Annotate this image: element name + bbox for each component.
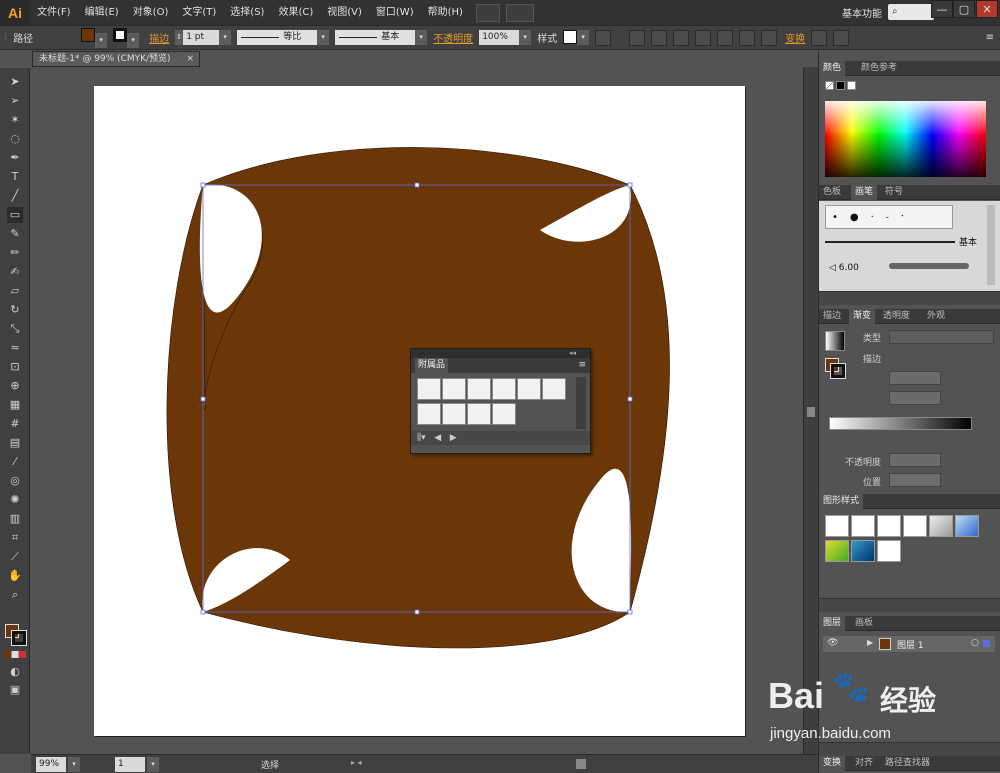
- gradient-panel-tabs: 描边 渐变 透明度 外观: [819, 309, 1000, 324]
- tab-stroke[interactable]: 描边: [819, 309, 845, 324]
- brush-panel-tabs: 色板 画笔 符号: [819, 185, 1000, 200]
- watermark-brand-cn: 经验: [880, 684, 937, 717]
- graphic-style-item[interactable]: [929, 515, 953, 537]
- gradient-position-label: 位置: [863, 478, 882, 488]
- vertical-scroll-thumb[interactable]: [807, 407, 815, 417]
- symbol-item[interactable]: [442, 378, 466, 400]
- tab-layers[interactable]: 图层: [819, 616, 846, 631]
- symbol-item[interactable]: [467, 378, 491, 400]
- symbol-panel-title: 附属品: [415, 358, 449, 373]
- selection-indicator[interactable]: [983, 640, 990, 647]
- brush-panel: •●·˗ˑ 基本 ◁ 6.00: [819, 201, 1000, 291]
- tab-symbols[interactable]: 符号: [881, 185, 907, 200]
- graphic-style-item[interactable]: [851, 515, 875, 537]
- zoom-field[interactable]: 99%: [36, 757, 66, 772]
- watermark: Bai 🐾 经验 jingyan.baidu.com: [750, 665, 1000, 755]
- gradient-opacity-field[interactable]: [889, 453, 941, 467]
- visibility-eye-icon[interactable]: 👁: [827, 638, 838, 648]
- symbol-item[interactable]: [517, 378, 541, 400]
- gradient-panel: 类型 描边 不透明度 位置: [819, 325, 1000, 491]
- basic-brush-line[interactable]: [825, 241, 955, 243]
- gradient-stroke-label: 描边: [863, 355, 882, 365]
- symbol-item[interactable]: [492, 378, 516, 400]
- brush-size-label: ◁ 6.00: [829, 263, 859, 273]
- paw-icon: 🐾: [832, 670, 870, 705]
- target-circle-icon[interactable]: ○: [971, 638, 979, 648]
- status-bar: 99% ▾ 1 ▾ 选择 ▸ ◂: [31, 754, 818, 773]
- symbol-item[interactable]: [417, 378, 441, 400]
- white-swatch[interactable]: [847, 81, 856, 90]
- graphic-style-item[interactable]: [851, 540, 875, 562]
- gradient-opacity-label: 不透明度: [845, 458, 882, 468]
- tab-color[interactable]: 颜色: [819, 61, 846, 76]
- layer-name[interactable]: 图层 1: [897, 638, 924, 651]
- gradient-preview[interactable]: [825, 331, 845, 351]
- symbol-item[interactable]: [417, 403, 441, 425]
- artboard-nav-field[interactable]: 1: [115, 757, 145, 772]
- basic-brush-label: 基本: [959, 238, 978, 248]
- color-panel-tabs: 颜色 颜色参考: [819, 61, 1000, 76]
- tab-artboards[interactable]: 画板: [851, 616, 877, 631]
- brush-scrollbar[interactable]: [987, 205, 995, 285]
- graphic-style-item[interactable]: [877, 515, 901, 537]
- symbol-scrollbar[interactable]: [576, 377, 586, 429]
- watermark-url: jingyan.baidu.com: [770, 725, 891, 742]
- tab-gradient[interactable]: 渐变: [849, 309, 876, 324]
- tab-align[interactable]: 对齐: [851, 756, 877, 771]
- color-panel: [819, 77, 1000, 183]
- tab-appearance[interactable]: 外观: [923, 309, 949, 324]
- graphic-style-item[interactable]: [903, 515, 927, 537]
- symbol-item[interactable]: [492, 403, 516, 425]
- gradient-aspect-field[interactable]: [889, 391, 941, 405]
- graphic-style-item[interactable]: [955, 515, 979, 537]
- layers-panel-tabs: 图层 画板: [819, 616, 1000, 631]
- layer-row[interactable]: 👁 ▶ 图层 1 ○: [823, 636, 995, 652]
- tab-transform[interactable]: 变换: [819, 756, 846, 771]
- current-tool-label: 选择: [261, 761, 280, 771]
- graphic-styles-panel: [819, 510, 1000, 598]
- symbol-item[interactable]: [542, 378, 566, 400]
- tab-transparency[interactable]: 透明度: [879, 309, 914, 324]
- brush-panel-footer: [819, 291, 1000, 305]
- tab-swatches[interactable]: 色板: [819, 185, 845, 200]
- graphic-style-item[interactable]: [825, 540, 849, 562]
- graphic-style-item[interactable]: [825, 515, 849, 537]
- gradient-slider[interactable]: [829, 417, 972, 430]
- calligraphic-brush-stroke[interactable]: [889, 263, 969, 269]
- symbol-item[interactable]: [442, 403, 466, 425]
- none-swatch[interactable]: [825, 81, 834, 90]
- panel-menu-icon[interactable]: ≡: [578, 358, 586, 373]
- gradient-type-label: 类型: [863, 334, 882, 344]
- black-swatch[interactable]: [836, 81, 845, 90]
- graphic-styles-panel-tabs: 图形样式: [819, 494, 1000, 509]
- bottom-panel-tabs: 变换 对齐 路径查找器: [819, 756, 1000, 771]
- gradient-type-select[interactable]: [889, 330, 994, 344]
- horizontal-scroll-thumb[interactable]: [576, 759, 586, 769]
- tab-pathfinder[interactable]: 路径查找器: [881, 756, 934, 771]
- gradient-angle-field[interactable]: [889, 371, 941, 385]
- tab-graphic-styles[interactable]: 图形样式: [819, 494, 864, 509]
- brush-tip-row[interactable]: •●·˗ˑ: [825, 205, 953, 229]
- graphic-style-item[interactable]: [877, 540, 901, 562]
- symbol-panel-footer: ⫼▾ ◀ ▶: [411, 431, 590, 445]
- graphic-styles-footer: [819, 598, 1000, 612]
- panel-collapse-icon[interactable]: ◂◂: [411, 349, 590, 358]
- gradient-position-field[interactable]: [889, 473, 941, 487]
- layer-thumbnail: [879, 638, 891, 650]
- gradient-stroke-box[interactable]: [830, 363, 846, 379]
- vertical-scrollbar[interactable]: [803, 67, 818, 754]
- symbol-item[interactable]: [467, 403, 491, 425]
- symbol-library-panel[interactable]: ◂◂ 附属品 ≡ ⫼▾ ◀ ▶: [410, 348, 591, 454]
- status-menu-icon[interactable]: ▸ ◂: [351, 758, 362, 767]
- tab-color-guide[interactable]: 颜色参考: [857, 61, 901, 76]
- watermark-brand: Bai: [768, 675, 825, 716]
- expand-layer-icon[interactable]: ▶: [867, 638, 873, 647]
- tab-brushes[interactable]: 画笔: [851, 185, 878, 200]
- color-spectrum[interactable]: [825, 101, 986, 177]
